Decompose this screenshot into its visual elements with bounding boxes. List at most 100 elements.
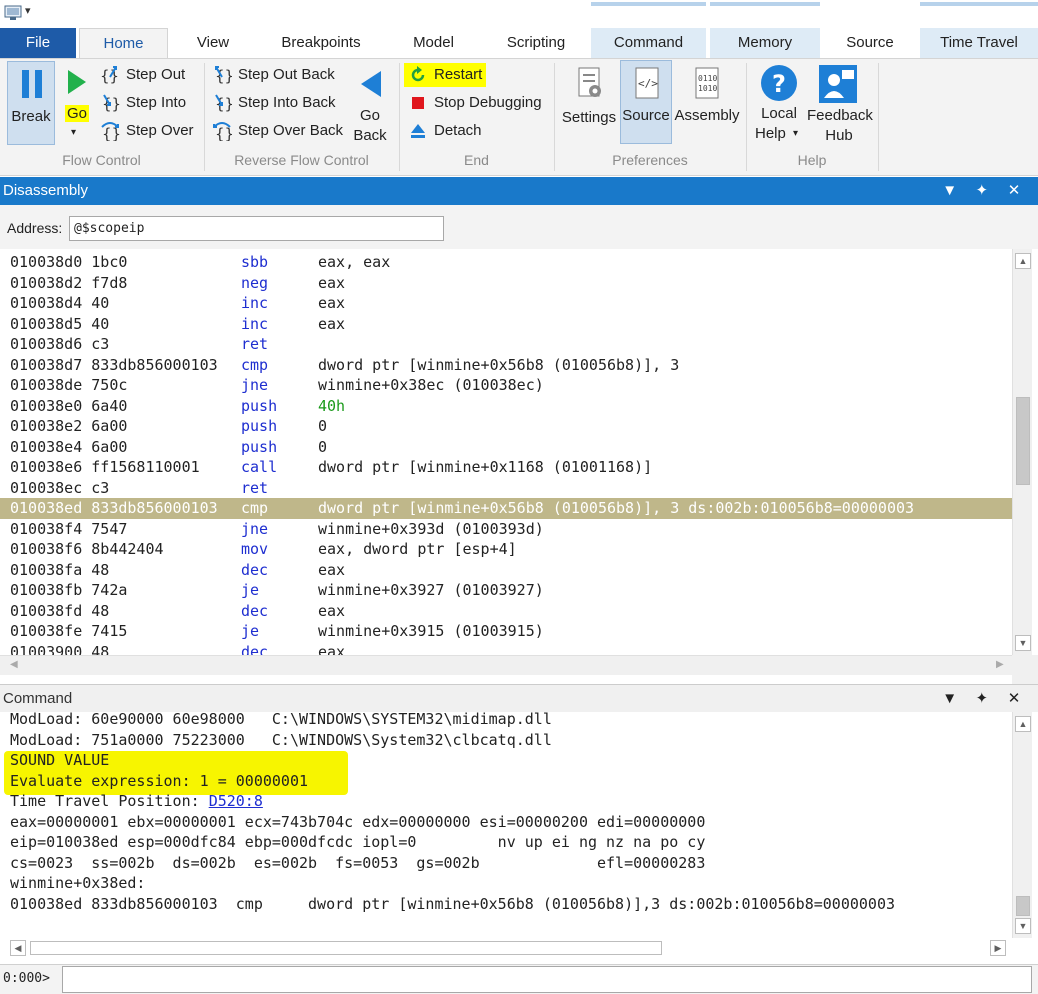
disassembly-row[interactable]: 010038fa 48 dec eax (0, 560, 1012, 581)
tab-view[interactable]: View (178, 28, 248, 58)
command-input[interactable] (62, 966, 1032, 993)
scroll-left-arrow-icon[interactable]: ◀ (10, 940, 26, 956)
command-output-text: winmine+0x38ed: (10, 874, 146, 892)
disassembly-row[interactable]: 010038ec c3 ret (0, 478, 1012, 499)
disassembly-row[interactable]: 010038e0 6a40 push 40h (0, 396, 1012, 417)
scroll-down-arrow-icon[interactable]: ▼ (1015, 635, 1031, 651)
instruction-operands: eax (318, 314, 346, 333)
detach-label: Detach (434, 122, 482, 139)
command-output-line: ModLoad: 751a0000 75223000 C:\WINDOWS\Sy… (10, 730, 552, 751)
command-output[interactable]: ModLoad: 60e90000 60e98000 C:\WINDOWS\SY… (0, 712, 1012, 914)
instruction-mnemonic: jne (241, 376, 269, 394)
disassembly-row[interactable]: 010038e2 6a00 push 0 (0, 416, 1012, 437)
scroll-up-arrow-icon[interactable]: ▲ (1015, 716, 1031, 732)
current-instruction-row[interactable]: 010038ed 833db856000103 cmp dword ptr [win… (0, 498, 1012, 519)
go-label: Go (65, 105, 90, 122)
go-button[interactable]: Go ▾ (62, 61, 92, 145)
tab-scripting[interactable]: Scripting (490, 28, 582, 58)
instruction-address: 010038d0 1bc0 (10, 253, 128, 271)
address-input[interactable]: @$scopeip (69, 216, 444, 241)
disassembly-row[interactable]: 010038de 750c jne winmine+0x38ec (010038ec… (0, 375, 1012, 396)
disassembly-row[interactable]: 010038d2 f7d8 neg eax (0, 273, 1012, 294)
source-button[interactable]: </> Source (620, 60, 672, 144)
disassembly-row[interactable]: 010038fd 48 dec eax (0, 601, 1012, 622)
scroll-thumb[interactable] (1016, 896, 1030, 916)
disassembly-row[interactable]: 010038f6 8b442404 mov eax, dword ptr [esp+… (0, 539, 1012, 560)
instruction-mnemonic: sbb (241, 253, 269, 271)
quick-access-dropdown-icon[interactable]: ▾ (25, 4, 31, 17)
tab-model[interactable]: Model (396, 28, 471, 58)
close-icon[interactable]: ✕ (1000, 177, 1028, 205)
disassembly-row[interactable]: 010038d4 40 inc eax (0, 293, 1012, 314)
instruction-mnemonic: dec (241, 601, 269, 620)
scroll-thumb[interactable] (30, 941, 662, 955)
instruction-operands: winmine+0x38ec (010038ec) (318, 376, 544, 394)
disassembly-row[interactable]: 010038d7 833db856000103 cmp dword ptr [win… (0, 355, 1012, 376)
scroll-left-arrow-icon[interactable]: ◀ (10, 659, 18, 670)
disassembly-row[interactable]: 010038d6 c3 ret (0, 334, 1012, 355)
instruction-address: 010038d6 c3 (10, 335, 110, 353)
chevron-down-icon[interactable]: ▼ (936, 685, 964, 713)
command-output-text: SOUND VALUE (10, 751, 110, 769)
disassembly-row[interactable]: 010038d5 40 inc eax (0, 314, 1012, 335)
disassembly-row[interactable]: 010038fb 742a je winmine+0x3927 (01003927) (0, 580, 1012, 601)
instruction-operands: 0 (318, 437, 328, 456)
flow-control-group-label: Flow Control (62, 152, 141, 168)
feedback-hub-label-line2: Hub (825, 127, 853, 144)
tab-command[interactable]: Command (591, 28, 706, 58)
close-icon[interactable]: ✕ (1000, 685, 1028, 713)
disassembly-row[interactable]: 010038fe 7415 je winmine+0x3915 (01003915) (0, 621, 1012, 642)
tab-time-travel[interactable]: Time Travel (920, 28, 1038, 58)
restart-button[interactable]: Restart (404, 63, 486, 87)
instruction-mnemonic: ret (241, 335, 269, 353)
step-over-icon: {} (101, 122, 120, 141)
feedback-hub-button[interactable]: Feedback Hub (807, 61, 873, 147)
disassembly-row[interactable]: 010038e4 6a00 push 0 (0, 437, 1012, 458)
disassembly-horizontal-scrollbar[interactable]: ◀ ▶ (0, 655, 1012, 675)
instruction-address: 010038fb 742a (10, 581, 128, 599)
command-output-text: eip=010038ed esp=000dfc84 ebp=000dfcdc i… (10, 833, 706, 851)
disassembly-row[interactable]: 010038e6 ff1568110001 call dword ptr [winm… (0, 457, 1012, 478)
scroll-right-arrow-icon[interactable]: ▶ (990, 940, 1006, 956)
disassembly-row[interactable]: 01003900 48 dec eax (0, 642, 1012, 656)
context-band (591, 2, 706, 6)
settings-button[interactable]: Settings (561, 61, 617, 145)
svg-text:</>: </> (638, 77, 658, 90)
group-end: Restart Stop Debugging Detach End (400, 59, 553, 175)
tab-source[interactable]: Source (828, 28, 912, 58)
local-help-button[interactable]: ? Local Help ▾ (753, 61, 805, 147)
instruction-mnemonic: push (241, 396, 278, 415)
feedback-hub-label-line1: Feedback (807, 107, 873, 124)
command-horizontal-scrollbar[interactable]: ◀ ▶ (0, 938, 1012, 958)
play-icon (68, 70, 86, 94)
scroll-up-arrow-icon[interactable]: ▲ (1015, 253, 1031, 269)
disassembly-row[interactable]: 010038d0 1bc0 sbb eax, eax (0, 252, 1012, 273)
chevron-down-icon[interactable]: ▼ (936, 177, 964, 205)
tab-home[interactable]: Home (79, 28, 168, 58)
scroll-thumb[interactable] (1016, 397, 1030, 485)
scroll-right-arrow-icon[interactable]: ▶ (996, 659, 1004, 670)
instruction-address: 010038de 750c (10, 376, 128, 394)
disassembly-listing[interactable]: 010038d0 1bc0 sbb eax, eax 010038d2 f7d8 neg… (0, 249, 1012, 655)
ribbon-tab-bar: File Home View Breakpoints Model Scripti… (0, 2, 1038, 58)
command-output-text: Time Travel Position: (10, 792, 209, 810)
instruction-operands: dword ptr [winmine+0x56b8 (010056b8)], 3… (318, 499, 915, 517)
time-travel-position-link[interactable]: D520:8 (209, 792, 263, 810)
scroll-down-arrow-icon[interactable]: ▼ (1015, 918, 1031, 934)
restart-icon (411, 66, 425, 82)
group-divider (878, 63, 879, 171)
instruction-mnemonic: dec (241, 560, 269, 579)
instruction-operands: eax, eax (318, 253, 391, 271)
step-over-back-label: Step Over Back (238, 122, 344, 139)
assembly-button[interactable]: 0110 1010 Assembly (674, 61, 740, 145)
pin-icon[interactable]: ✦ (968, 685, 996, 713)
go-back-button[interactable]: Go Back (350, 63, 390, 147)
disassembly-row[interactable]: 010038f4 7547 jne winmine+0x393d (0100393d… (0, 519, 1012, 540)
tab-breakpoints[interactable]: Breakpoints (266, 28, 376, 58)
tab-memory[interactable]: Memory (710, 28, 820, 58)
disassembly-vertical-scrollbar[interactable]: ▲ ▼ (1012, 249, 1032, 655)
command-vertical-scrollbar[interactable]: ▲ ▼ (1012, 712, 1032, 938)
tab-file[interactable]: File (0, 28, 76, 58)
pin-icon[interactable]: ✦ (968, 177, 996, 205)
break-button[interactable]: Break (7, 61, 55, 145)
